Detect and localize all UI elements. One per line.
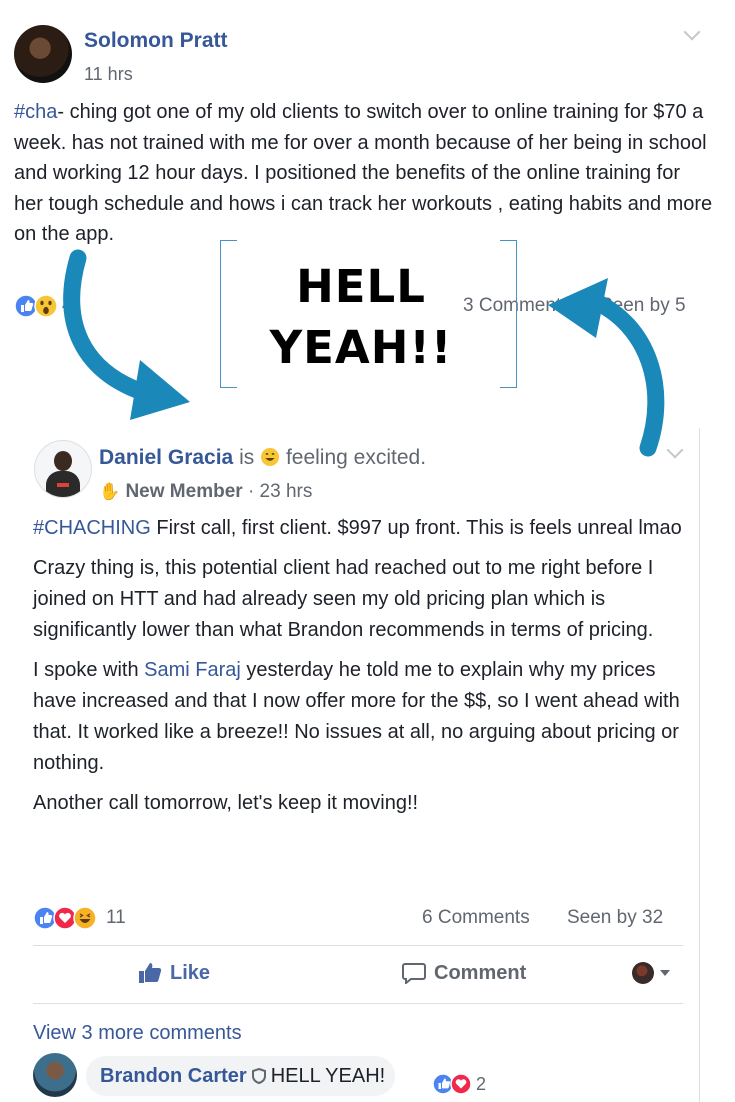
view-more-comments-link[interactable]: View 3 more comments [33,1022,242,1045]
caret-down-icon [660,970,670,976]
like-button[interactable]: Like [138,957,210,989]
post2-paragraph-2: Crazy thing is, this potential client ha… [33,557,654,641]
haha-reaction-icon [73,906,97,930]
shield-icon [251,1068,266,1084]
curved-arrow-right [548,278,665,457]
post2-header: Daniel Gracia is feeling excited. [99,446,426,470]
post2-mention[interactable]: Sami Faraj [144,659,241,681]
comment-reaction-count: 2 [476,1073,487,1094]
comment-button-label: Comment [434,961,527,984]
comment-author-avatar[interactable] [33,1053,77,1097]
post2-paragraph-4: Another call tomorrow, let's keep it mov… [33,792,419,814]
comment-reaction-icons [432,1073,472,1095]
post2-timestamp[interactable]: · 23 hrs [248,481,312,502]
comment-bubble: Brandon Carter HELL YEAH! [86,1056,396,1096]
wave-hand-icon: ✋ [99,482,121,501]
post2-paragraph-3-before: I spoke with [33,659,145,681]
comment-bubble-icon [402,963,426,984]
love-reaction-icon [450,1073,472,1095]
comment-button[interactable]: Comment [402,957,526,989]
comment-text: HELL YEAH! [270,1064,386,1087]
comment-author-name[interactable]: Brandon Carter [100,1065,247,1088]
post2-seen-by[interactable]: Seen by 32 [567,907,663,929]
like-reaction-icon [33,906,57,930]
post2-text: #CHACHING First call, first client. $997… [33,513,693,828]
post2-member-badge[interactable]: New Member [125,481,242,502]
comment-reactions[interactable]: 2 [432,1073,486,1095]
like-reaction-icon [432,1073,454,1095]
post2-comment-count[interactable]: 6 Comments [422,907,530,929]
comments-divider [33,1003,683,1004]
avatar [632,962,654,984]
post2-reaction-count[interactable]: 11 [106,907,126,929]
post2-divider [33,945,683,946]
post2-author-avatar[interactable] [34,440,92,498]
love-reaction-icon [53,906,77,930]
post-as-selector[interactable] [632,962,670,984]
post2-is-text: is [239,446,255,469]
post2-paragraph-1: #CHACHING First call, first client. $997… [33,513,693,544]
thumbs-up-icon [139,963,162,983]
curved-arrow-left [63,249,190,420]
post2-reaction-icons[interactable] [33,906,101,930]
post2-author-name[interactable]: Daniel Gracia [99,446,233,469]
post2-hashtag[interactable]: #CHACHING [33,517,151,539]
post2-subheader: ✋ New Member · 23 hrs [99,481,312,503]
post2-paragraph-3: I spoke with Sami Faraj yesterday he tol… [33,655,693,779]
like-button-label: Like [170,961,211,984]
post2-paragraph-1-text: First call, first client. $997 up front.… [150,517,682,539]
smile-emoji-icon [261,448,280,466]
post2-feeling[interactable]: feeling excited. [286,446,426,469]
